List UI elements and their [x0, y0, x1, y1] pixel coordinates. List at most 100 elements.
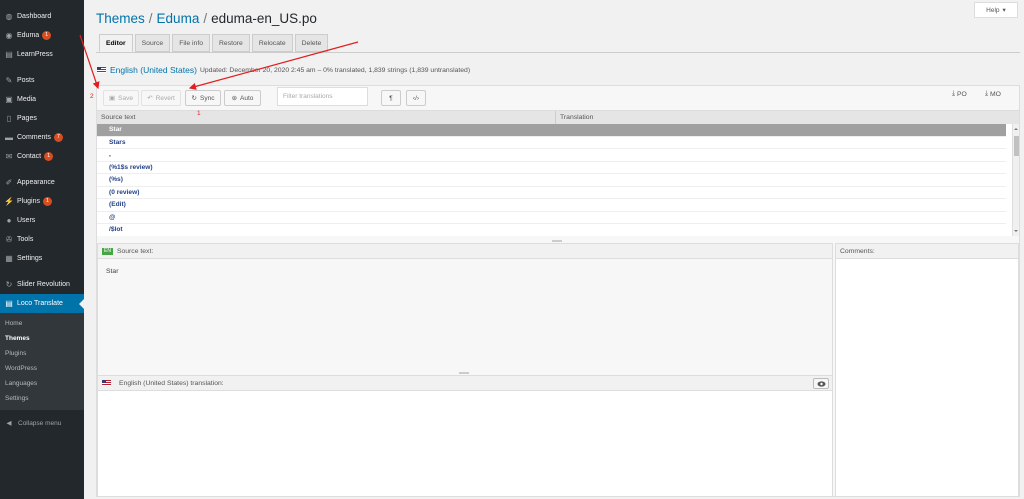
sidebar-item-appearance[interactable]: ✐ Appearance: [0, 173, 84, 192]
brush-icon: ✐: [5, 178, 13, 187]
locale-link[interactable]: English (United States): [110, 65, 197, 75]
save-icon: ▣: [109, 95, 116, 102]
translate-icon: ▤: [5, 299, 13, 308]
submenu-item-wordpress[interactable]: WordPress: [0, 361, 84, 376]
sync-button[interactable]: ↻ Sync: [185, 90, 221, 106]
strings-grid: Star Stars, (%1$s review) (%s) (0 review) (Ed…: [97, 124, 1019, 236]
mo-label: MO: [990, 90, 1001, 98]
submenu-item-settings[interactable]: Settings: [0, 391, 84, 406]
breadcrumb-themes[interactable]: Themes: [96, 11, 145, 26]
pane-resize-handle[interactable]: [459, 372, 469, 374]
comments-textarea[interactable]: [836, 259, 1018, 496]
page-title: eduma-en_US.po: [211, 11, 317, 26]
collapse-label: Collapse menu: [18, 419, 62, 427]
sidebar-item-tools[interactable]: ✇ Tools: [0, 230, 84, 249]
auto-translate-button[interactable]: ⊛ Auto: [224, 90, 261, 106]
string-row[interactable]: Stars: [97, 137, 1006, 149]
sidebar-item-users[interactable]: ● Users: [0, 211, 84, 230]
download-icon: ⤓: [952, 90, 956, 97]
sidebar-item-media[interactable]: ▣ Media: [0, 90, 84, 109]
sidebar-item-label: Comments: [17, 134, 51, 141]
sidebar-item-loco-translate[interactable]: ▤ Loco Translate: [0, 294, 84, 313]
string-row[interactable]: ,: [97, 149, 1006, 162]
download-icon: ⤓: [985, 90, 989, 97]
invisibles-toggle-button[interactable]: ¶: [381, 90, 401, 106]
source-text-value: Star: [98, 259, 832, 376]
sidebar-item-contact[interactable]: ✉ Contact 1: [0, 147, 84, 166]
code-view-toggle-button[interactable]: ‹/›: [406, 90, 426, 106]
language-code-badge: EN: [102, 247, 113, 255]
string-row[interactable]: (0 review): [97, 187, 1006, 199]
help-button[interactable]: Help ▾: [974, 2, 1018, 18]
download-mo-button[interactable]: ⤓ MO: [985, 90, 1001, 98]
strings-list: Star Stars, (%1$s review) (%s) (0 review) (Ed…: [97, 124, 1019, 236]
download-po-button[interactable]: ⤓ PO: [952, 90, 967, 98]
sidebar-item-comments[interactable]: ▬ Comments 7: [0, 128, 84, 147]
strings-grid-header: Source text Translation: [97, 110, 1019, 124]
pin-icon: ✎: [5, 76, 13, 85]
sidebar-item-dashboard[interactable]: ◍ Dashboard: [0, 7, 84, 26]
sidebar-item-label: Contact: [17, 153, 42, 160]
string-row[interactable]: @: [97, 212, 1006, 224]
grid-scrollbar[interactable]: [1012, 124, 1019, 236]
toggle-preview-button[interactable]: [813, 378, 829, 389]
submenu-item-home[interactable]: Home: [0, 316, 84, 331]
translation-pane-header: English (United States) translation:: [98, 376, 832, 391]
string-row[interactable]: Star: [97, 124, 1006, 137]
notification-badge: 1: [42, 197, 52, 206]
breadcrumb-separator: /: [148, 11, 153, 26]
translation-pane: English (United States) translation:: [97, 375, 833, 497]
editor-toolbar: ▣ Save ↶ Revert ↻ Sync ⊛ Auto ¶ ‹/›: [97, 86, 1019, 110]
comments-icon: ▬: [5, 133, 13, 142]
sidebar-item-eduma[interactable]: ◉ Eduma 1: [0, 26, 84, 45]
scroll-up-icon[interactable]: [1014, 126, 1018, 130]
string-row[interactable]: (%1$s review): [97, 162, 1006, 174]
revert-label: Revert: [155, 94, 175, 102]
sync-label: Sync: [200, 94, 215, 102]
string-row[interactable]: (Edit): [97, 199, 1006, 212]
sidebar-item-label: Plugins: [17, 198, 40, 205]
string-row[interactable]: (%s): [97, 174, 1006, 187]
sidebar-item-slider-revolution[interactable]: ↻ Slider Revolution: [0, 275, 84, 294]
tab-restore[interactable]: Restore: [212, 34, 250, 52]
help-label: Help: [986, 6, 1000, 14]
breadcrumb-eduma[interactable]: Eduma: [157, 11, 200, 26]
submenu-item-languages[interactable]: Languages: [0, 376, 84, 391]
collapse-menu-button[interactable]: ◀ Collapse menu: [0, 414, 84, 432]
menu-separator: [0, 268, 84, 275]
sidebar-item-learnpress[interactable]: ▤ LearnPress: [0, 45, 84, 64]
sidebar-item-label: Pages: [17, 115, 37, 122]
revert-button[interactable]: ↶ Revert: [141, 90, 181, 106]
sidebar-item-pages[interactable]: ▯ Pages: [0, 109, 84, 128]
tab-delete[interactable]: Delete: [294, 34, 329, 52]
sidebar-item-label: Users: [17, 217, 36, 224]
tab-source[interactable]: Source: [134, 34, 171, 52]
save-button[interactable]: ▣ Save: [103, 90, 139, 106]
translation-textarea[interactable]: [98, 391, 832, 496]
submenu-item-themes[interactable]: Themes: [0, 331, 84, 346]
tab-file-info[interactable]: File info: [172, 34, 210, 52]
source-text-pane: EN Source text: Star: [97, 243, 833, 377]
sidebar-item-label: Dashboard: [17, 13, 52, 20]
annotation-number-1: 1: [197, 110, 201, 117]
collapse-icon: ◀: [6, 420, 12, 427]
code-icon: ‹/›: [412, 94, 420, 102]
tab-editor[interactable]: Editor: [99, 34, 133, 52]
auto-label: Auto: [240, 94, 254, 102]
grid-resize-handle[interactable]: [552, 240, 562, 242]
sidebar-item-plugins[interactable]: ⚡ Plugins 1: [0, 192, 84, 211]
comments-pane: Comments:: [835, 243, 1019, 497]
sidebar-item-label: Settings: [17, 255, 43, 262]
scrollbar-thumb[interactable]: [1014, 136, 1019, 156]
string-row[interactable]: /$lot: [97, 224, 1006, 236]
eye-icon: [817, 380, 825, 387]
plug-icon: ⚡: [4, 197, 14, 206]
scroll-down-icon[interactable]: [1014, 230, 1018, 234]
sidebar-item-settings[interactable]: ▦ Settings: [0, 249, 84, 268]
media-icon: ▣: [5, 95, 13, 104]
filter-translations-input[interactable]: [277, 87, 368, 106]
tab-relocate[interactable]: Relocate: [251, 34, 293, 52]
submenu-item-plugins[interactable]: Plugins: [0, 346, 84, 361]
locale-status: English (United States) Updated: Decembe…: [97, 65, 470, 75]
sidebar-item-posts[interactable]: ✎ Posts: [0, 71, 84, 90]
